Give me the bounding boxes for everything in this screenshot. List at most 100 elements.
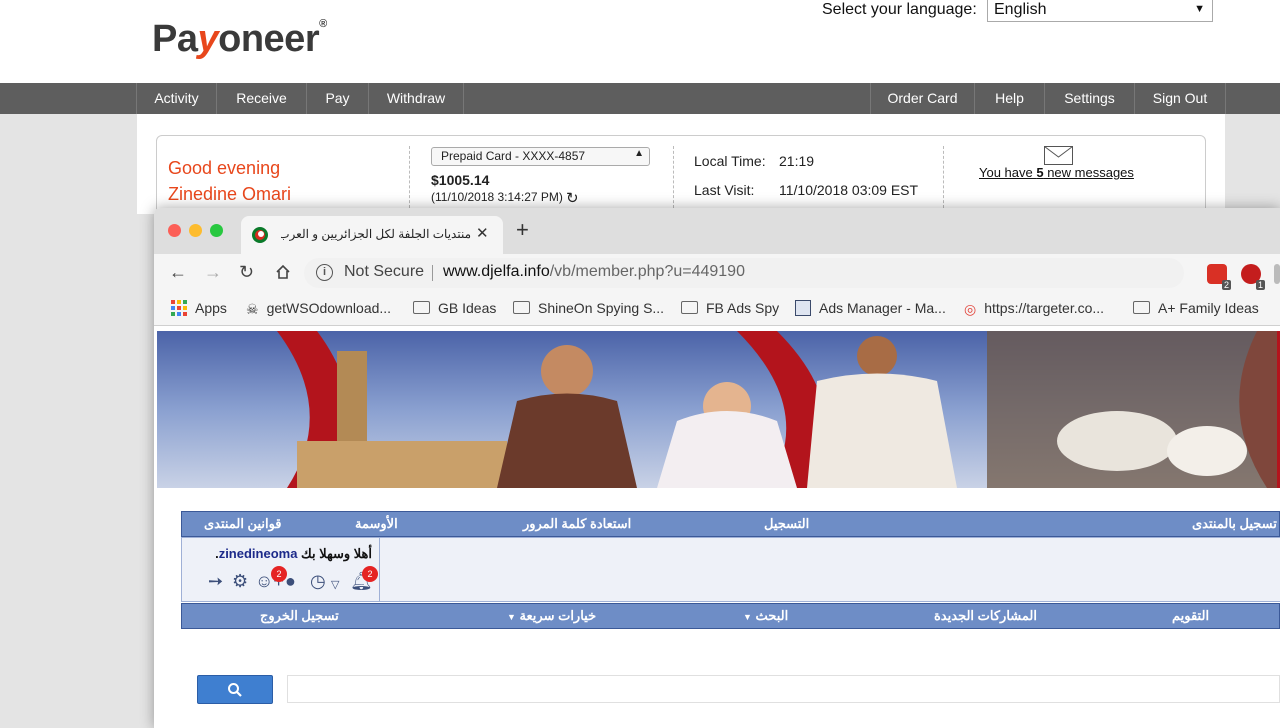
nav-activity[interactable]: Activity bbox=[136, 83, 216, 114]
close-window-button[interactable] bbox=[168, 224, 181, 237]
new-messages-link[interactable]: You have 5 new messages bbox=[979, 165, 1134, 180]
bookmark-fb-ads-spy[interactable]: FB Ads Spy bbox=[681, 300, 779, 316]
logo-text-start: Pa bbox=[152, 18, 198, 60]
apps-grid-icon bbox=[171, 299, 187, 316]
nav-order-card[interactable]: Order Card bbox=[870, 83, 974, 114]
logout-icon[interactable]: ➙ bbox=[208, 571, 223, 592]
bookmark-shineon[interactable]: ShineOn Spying S... bbox=[513, 300, 664, 316]
nav-receive[interactable]: Receive bbox=[216, 83, 306, 114]
forum-banner bbox=[157, 331, 1280, 488]
home-icon[interactable] bbox=[275, 264, 291, 280]
page-viewport: قوانين المنتدى الأوسمة استعادة كلمة المر… bbox=[154, 326, 1280, 728]
bookmark-gb-ideas[interactable]: GB Ideas bbox=[413, 300, 496, 316]
envelope-icon[interactable] bbox=[1044, 146, 1073, 165]
reload-icon[interactable]: ↻ bbox=[239, 262, 254, 283]
messages-icon[interactable]: ● bbox=[285, 571, 296, 592]
search-icon bbox=[228, 683, 242, 697]
target-icon: ◎ bbox=[964, 300, 977, 317]
address-bar[interactable]: i Not Secure www.djelfa.info/vb/member.p… bbox=[304, 258, 1184, 288]
divider bbox=[409, 146, 410, 208]
nav-search-label: البحث bbox=[755, 608, 789, 623]
back-arrow-icon[interactable]: ← bbox=[169, 262, 187, 283]
maximize-window-button[interactable] bbox=[210, 224, 223, 237]
logo-swoosh: y bbox=[197, 18, 219, 60]
gear-icon[interactable]: ⚙ bbox=[232, 571, 248, 592]
pirate-icon: ☠ bbox=[246, 300, 259, 317]
folder-icon bbox=[681, 301, 698, 315]
nav-recover-password[interactable]: استعادة كلمة المرور bbox=[523, 516, 631, 532]
bookmark-label: https://targeter.co... bbox=[984, 300, 1105, 316]
nav-quick-options[interactable]: خيارات سريعة ▼ bbox=[507, 608, 596, 624]
tab-djelfa[interactable]: منتديات الجلفة لكل الجزائريين و العرب - … bbox=[241, 216, 503, 254]
card-select[interactable]: Prepaid Card - XXXX-4857 ▲︎ bbox=[431, 147, 650, 166]
bookmarks-bar: Apps ☠ getWSOdownload... GB Ideas ShineOn… bbox=[154, 292, 1280, 326]
extension-icon[interactable] bbox=[1274, 264, 1280, 284]
last-visit-label: Last Visit: bbox=[694, 182, 755, 198]
welcome-greeting: أهلا وسهلا بك bbox=[297, 546, 372, 561]
forward-arrow-icon[interactable]: → bbox=[204, 262, 222, 283]
bookmark-label: ShineOn Spying S... bbox=[538, 300, 665, 316]
minimize-window-button[interactable] bbox=[189, 224, 202, 237]
nav-new-posts[interactable]: المشاركات الجديدة bbox=[934, 608, 1037, 624]
divider bbox=[673, 146, 674, 208]
nav-calendar[interactable]: التقويم bbox=[1172, 608, 1209, 624]
search-input[interactable] bbox=[287, 675, 1280, 703]
bookmark-family-ideas[interactable]: A+ Family Ideas bbox=[1133, 300, 1259, 316]
refresh-icon[interactable]: ↻ bbox=[566, 189, 579, 207]
card-select-value: Prepaid Card - XXXX-4857 bbox=[441, 149, 586, 163]
balance-timestamp: (11/10/2018 3:14:27 PM) bbox=[431, 190, 563, 204]
nav-sign-out[interactable]: Sign Out bbox=[1134, 83, 1226, 114]
tab-strip: منتديات الجلفة لكل الجزائريين و العرب - … bbox=[154, 208, 1280, 254]
bookmark-ads-manager[interactable]: Ads Manager - Ma... bbox=[795, 299, 946, 316]
adblock-icon[interactable]: 1 bbox=[1241, 264, 1265, 290]
nav-register[interactable]: التسجيل bbox=[764, 516, 809, 532]
nav-medals[interactable]: الأوسمة bbox=[355, 516, 398, 532]
nav-withdraw[interactable]: Withdraw bbox=[368, 83, 464, 114]
bookmark-label: Ads Manager - Ma... bbox=[819, 300, 946, 316]
chevron-down-icon: ▼ bbox=[1194, 3, 1205, 15]
close-icon[interactable]: ✕ bbox=[476, 224, 489, 242]
language-label: Select your language: bbox=[822, 1, 977, 18]
folder-icon bbox=[413, 301, 430, 315]
bookmark-getwso[interactable]: ☠ getWSOdownload... bbox=[246, 300, 391, 318]
nav-search[interactable]: البحث ▼ bbox=[743, 608, 788, 624]
language-select[interactable]: English ▼ bbox=[987, 0, 1213, 22]
bookmark-label: A+ Family Ideas bbox=[1158, 300, 1259, 316]
welcome-username[interactable]: zinedineoma bbox=[219, 546, 298, 561]
nav-pay[interactable]: Pay bbox=[306, 83, 368, 114]
chevron-down-icon: ▼ bbox=[743, 612, 752, 622]
folder-icon bbox=[513, 301, 530, 315]
ads-manager-icon bbox=[795, 299, 811, 316]
forum-nav-bottom: تسجيل الخروج خيارات سريعة ▼ البحث ▼ المش… bbox=[181, 603, 1280, 629]
url-path: /vb/member.php?u=449190 bbox=[549, 263, 745, 280]
divider bbox=[432, 265, 433, 281]
new-tab-button[interactable]: + bbox=[516, 219, 529, 241]
url-text[interactable]: www.djelfa.info/vb/member.php?u=449190 bbox=[443, 263, 745, 281]
nav-forum-register[interactable]: تسجيل بالمنتدى bbox=[1192, 516, 1277, 532]
search-button[interactable] bbox=[197, 675, 273, 704]
extension-badge: 2 bbox=[1221, 280, 1231, 290]
bookmark-targeter[interactable]: ◎ https://targeter.co... bbox=[964, 300, 1104, 318]
extension-badge: 1 bbox=[1255, 280, 1265, 290]
messages-count: 5 bbox=[1036, 165, 1044, 180]
site-favicon-icon bbox=[252, 227, 268, 243]
nav-settings[interactable]: Settings bbox=[1044, 83, 1134, 114]
divider bbox=[943, 146, 944, 208]
local-time-label: Local Time: bbox=[694, 153, 766, 169]
user-name: Zinedine Omari bbox=[168, 184, 292, 204]
nav-logout[interactable]: تسجيل الخروج bbox=[260, 608, 339, 624]
bookmark-label: GB Ideas bbox=[438, 300, 497, 316]
payoneer-logo[interactable]: Payoneer® bbox=[152, 18, 327, 61]
messages-prefix: You have bbox=[979, 165, 1037, 180]
extension-icon[interactable]: 2 bbox=[1207, 264, 1231, 290]
chevron-updown-icon: ▲︎ bbox=[634, 148, 644, 159]
nav-help[interactable]: Help bbox=[974, 83, 1044, 114]
welcome-box: أهلا وسهلا بك zinedineoma. ➙ ⚙ ☺+ 2 ● ◷ … bbox=[181, 537, 380, 602]
local-time-value: 21:19 bbox=[779, 153, 815, 169]
forum-nav-top: قوانين المنتدى الأوسمة استعادة كلمة المر… bbox=[181, 511, 1280, 537]
info-icon[interactable]: i bbox=[316, 264, 333, 281]
nav-quick-options-label: خيارات سريعة bbox=[519, 608, 597, 623]
bookmark-apps[interactable]: Apps bbox=[171, 299, 227, 316]
clock-icon[interactable]: ◷ bbox=[310, 571, 326, 592]
nav-forum-rules[interactable]: قوانين المنتدى bbox=[204, 516, 282, 532]
